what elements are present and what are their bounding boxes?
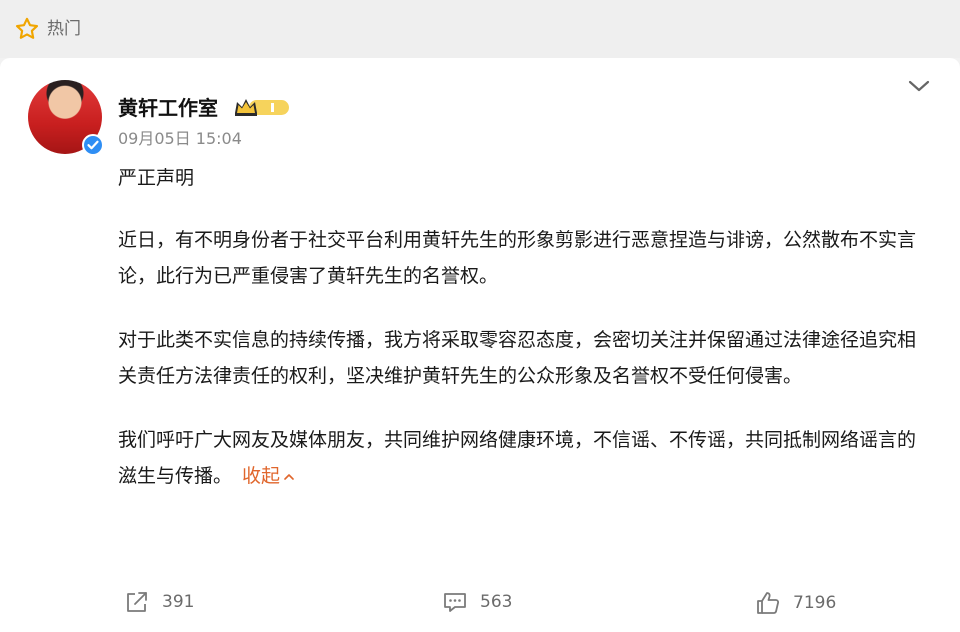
share-icon — [127, 592, 147, 612]
post-paragraph-text: 我们呼吁广大网友及媒体朋友，共同维护网络健康环境，不信谣、不传谣，共同抵制网络谣… — [118, 429, 917, 487]
author-name[interactable]: 黄轩工作室 — [118, 95, 218, 121]
hot-label: 热门 — [47, 19, 81, 39]
post-paragraph: 对于此类不实信息的持续传播，我方将采取零容忍态度，会密切关注并保留通过法律途径追… — [118, 329, 917, 387]
like-count: 7196 — [793, 593, 837, 613]
collapse-button[interactable]: 收起 — [242, 465, 294, 487]
share-button[interactable]: 391 — [124, 590, 194, 614]
comment-button[interactable]: 563 — [442, 590, 512, 614]
thumbs-up-icon — [757, 592, 780, 614]
post-paragraph: 我们呼吁广大网友及媒体朋友，共同维护网络健康环境，不信谣、不传谣，共同抵制网络谣… — [118, 422, 926, 494]
post-title: 严正声明 — [118, 167, 195, 189]
comment-icon — [444, 593, 466, 612]
post-content: 严正声明 近日，有不明身份者于社交平台利用黄轩先生的形象剪影进行恶意捏造与诽谤，… — [118, 160, 926, 494]
avatar[interactable] — [28, 80, 104, 156]
hot-section-header: 热门 — [0, 0, 960, 58]
like-button[interactable]: 7196 — [755, 590, 836, 616]
chevron-up-icon — [284, 473, 294, 480]
chevron-down-icon[interactable] — [906, 76, 932, 96]
crown-vip-badge-icon[interactable] — [233, 96, 291, 118]
verified-check-icon — [82, 134, 104, 156]
collapse-label: 收起 — [242, 465, 281, 487]
share-count: 391 — [162, 592, 195, 612]
comment-count: 563 — [480, 592, 513, 612]
weibo-post-page: 热门 黄轩工作室 09月05日 15:04 严正声明 近日，有不明身份者于社交平… — [0, 0, 960, 632]
post-paragraph: 近日，有不明身份者于社交平台利用黄轩先生的形象剪影进行恶意捏造与诽谤，公然散布不… — [118, 229, 917, 287]
post-card: 黄轩工作室 09月05日 15:04 严正声明 近日，有不明身份者于社交平台利用… — [0, 58, 960, 632]
star-outline-icon — [15, 17, 39, 39]
post-timestamp[interactable]: 09月05日 15:04 — [118, 128, 242, 150]
